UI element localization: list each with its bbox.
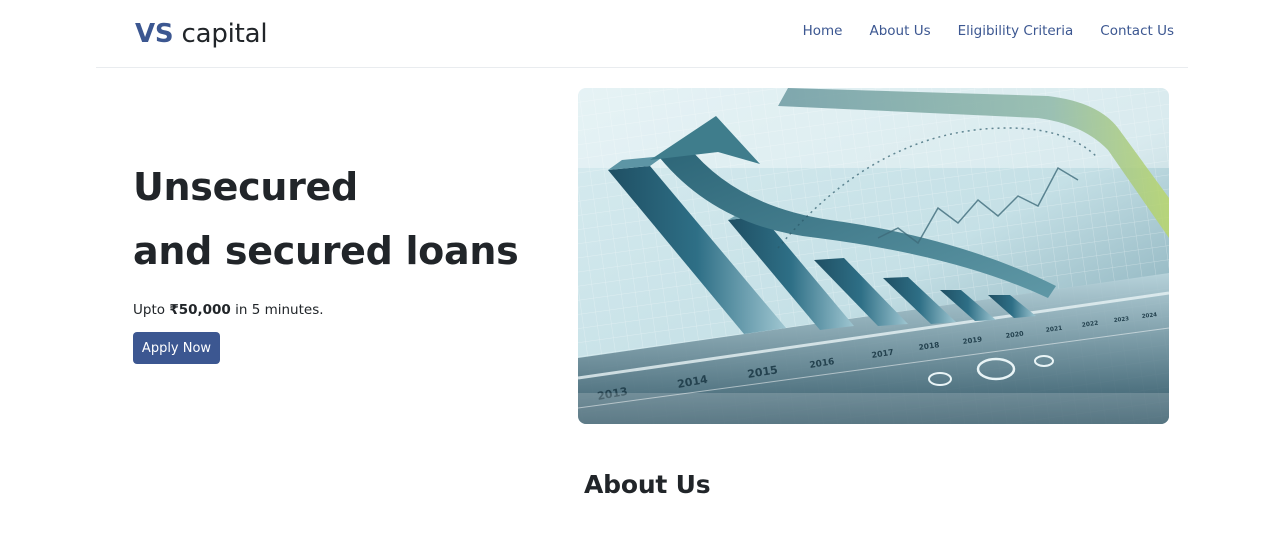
hero-title: Unsecured and secured loans [133, 155, 519, 283]
brand-prefix: VS [135, 19, 174, 49]
hero-title-line1: Unsecured [133, 165, 358, 209]
growth-chart-illustration: 2013 2014 2015 2016 2017 2018 2019 2020 … [578, 88, 1169, 424]
nav-link-about-us[interactable]: About Us [856, 20, 944, 42]
hero-sub-prefix: Upto [133, 302, 166, 318]
main-nav: Home About Us Eligibility Criteria Conta… [789, 20, 1174, 42]
hero-subtitle: Upto ₹50,000 in 5 minutes. [133, 300, 324, 320]
hero-sub-suffix: in 5 minutes. [235, 302, 324, 318]
nav-link-eligibility-criteria[interactable]: Eligibility Criteria [944, 20, 1087, 42]
nav-link-home[interactable]: Home [789, 20, 856, 42]
hero-title-line2: and secured loans [133, 229, 519, 273]
top-navbar: VS capital Home About Us Eligibility Cri… [96, 0, 1188, 68]
brand-logo[interactable]: VS capital [135, 18, 268, 50]
about-us-heading: About Us [584, 470, 711, 499]
apply-now-button[interactable]: Apply Now [133, 332, 220, 364]
brand-name: capital [181, 19, 268, 49]
hero-sub-amount: ₹50,000 [169, 302, 231, 318]
nav-link-contact-us[interactable]: Contact Us [1087, 20, 1174, 42]
hero-chart-image: 2013 2014 2015 2016 2017 2018 2019 2020 … [578, 88, 1169, 424]
